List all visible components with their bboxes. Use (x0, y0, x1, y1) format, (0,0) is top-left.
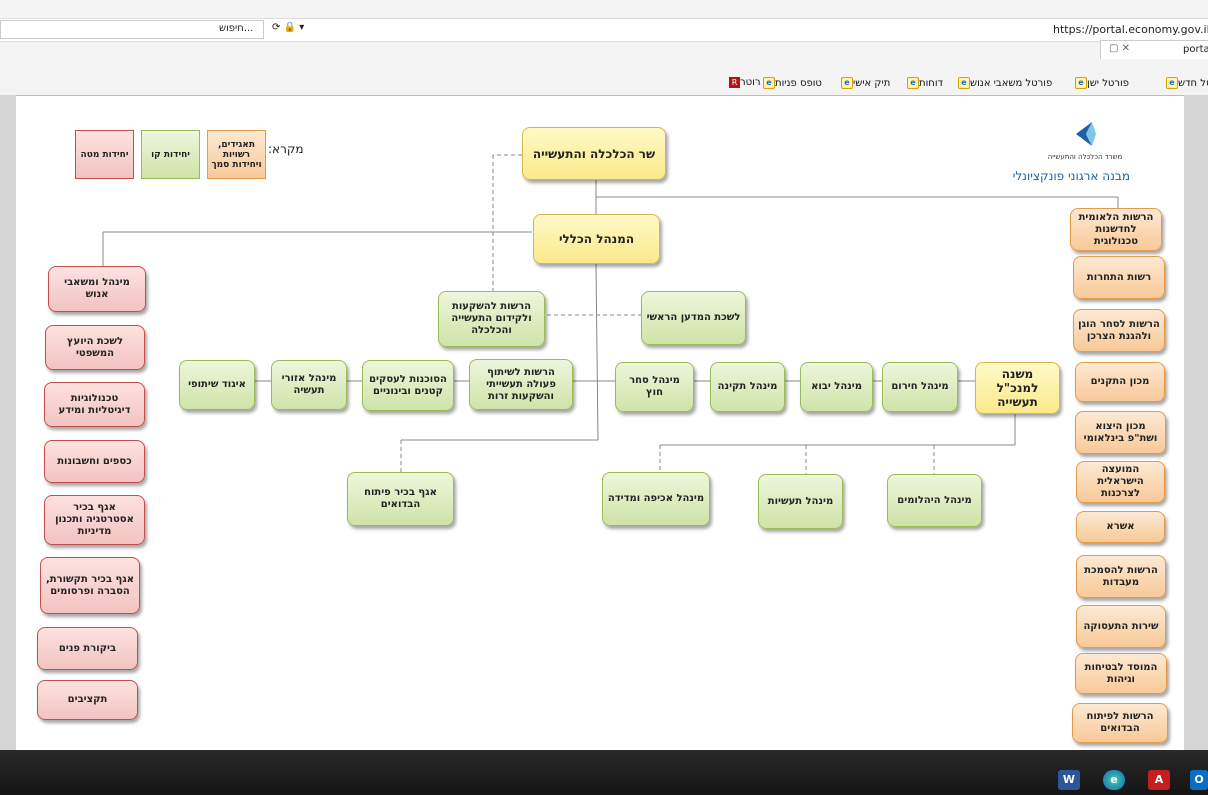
legend-line: יחידות קו (141, 130, 200, 179)
box-innovation-authority: הרשות הלאומית לחדשנות טכנולוגית (1070, 208, 1162, 251)
box-enforcement: מינהל אכיפה ומדידה (602, 472, 710, 526)
box-lab-accreditation: הרשות להסמכת מעבדות (1076, 555, 1166, 598)
acrobat-icon[interactable]: A (1148, 770, 1170, 790)
box-deputy-industry: משנה למנכ"ל תעשייה (975, 362, 1060, 414)
box-chief-scientist: לשכת המדען הראשי (641, 291, 746, 345)
box-investment-authority: הרשות להשקעות ולקידום התעשייה והכלכלה (438, 291, 545, 347)
box-finance: כספים וחשבונות (44, 440, 145, 483)
box-digital: טכנולוגיות דיגיטליות ומידע (44, 382, 145, 427)
box-hr: מינהל ומשאבי אנוש (48, 266, 146, 312)
box-import: מינהל יבוא (800, 362, 873, 412)
box-cooperative: איגוד שיתופי (179, 360, 255, 410)
box-budgets: תקציבים (37, 680, 138, 720)
box-industries: מינהל תעשיות (758, 474, 843, 529)
box-strategy: אגף בכיר אסטרטגיה ותכנון מדיניות (44, 495, 145, 545)
box-internal-audit: ביקורת פנים (37, 627, 138, 670)
box-bedouin-dev: אגף בכיר פיתוח הבדואים (347, 472, 454, 526)
box-industrial-zones: מינהל אזורי תעשיה (271, 360, 347, 410)
box-consumer-protection: הרשות לסחר הוגן ולהגנת הצרכן (1073, 309, 1165, 352)
box-competition-authority: רשות התחרות (1073, 256, 1165, 299)
box-emergency: מינהל חירום (882, 362, 958, 412)
box-foreign-trade: מינהל סחר חוץ (615, 362, 694, 412)
box-minister: שר הכלכלה והתעשייה (522, 127, 666, 180)
box-bedouin-authority: הרשות לפיתוח הבדואים (1072, 703, 1168, 743)
word-icon[interactable]: W (1058, 770, 1080, 790)
box-communications: אגף בכיר תקשורת, הסברה ופרסומים (40, 557, 140, 614)
ministry-logo-icon (1076, 122, 1096, 146)
box-diamonds: מינהל היהלומים (887, 474, 982, 527)
legend-label: מקרא: (268, 142, 304, 156)
outlook-icon[interactable]: O (1190, 770, 1208, 790)
box-small-business: הסוכנות לעסקים קטנים ובינוניים (362, 360, 454, 411)
box-employment-service: שירות התעסוקה (1076, 605, 1166, 648)
box-consumer-council: המועצה הישראלית לצרכנות (1076, 461, 1165, 503)
logo-caption: משרד הכלכלה והתעשייה (1047, 153, 1123, 161)
edge-icon[interactable]: e (1103, 770, 1125, 790)
legend-staff: יחידות מטה (75, 130, 134, 179)
legend-corp: תאגידים, רשויות ויחידות סמך (207, 130, 266, 179)
page-title: מבנה ארגוני פונקציונלי (1012, 169, 1130, 183)
box-standards-admin: מינהל תקינה (710, 362, 785, 412)
box-ashra: אשרא (1076, 511, 1165, 543)
box-export-institute: מכון היצוא ושת"פ בינלאומי (1075, 411, 1166, 454)
taskbar (0, 750, 1208, 795)
box-director-general: המנהל הכללי (533, 214, 660, 264)
box-industrial-cooperation: הרשות לשיתוף פעולה תעשייתי והשקעות זרות (469, 359, 573, 410)
box-safety-institute: המוסד לבטיחות וגיהות (1075, 653, 1167, 694)
box-legal: לשכת היועץ המשפטי (45, 325, 145, 370)
box-standards-institute: מכון התקנים (1075, 362, 1165, 402)
